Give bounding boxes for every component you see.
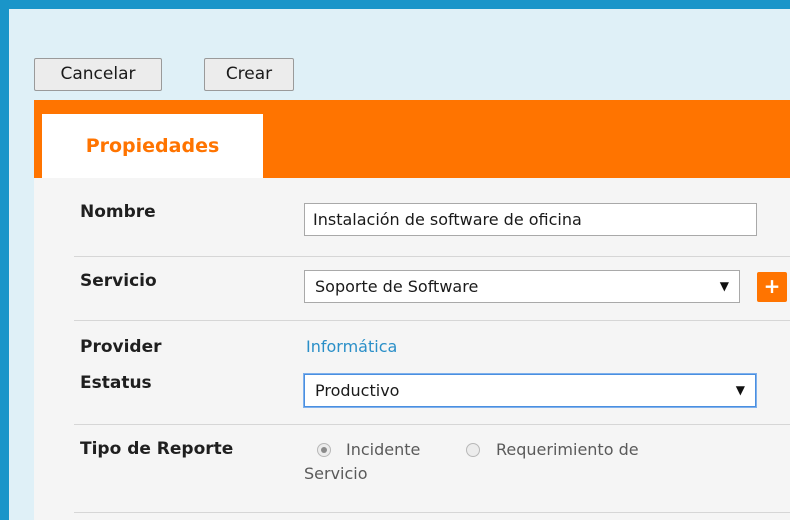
properties-panel: Propiedades Nombre Instalación de softwa… bbox=[34, 100, 790, 520]
estatus-row: Estatus Productivo ▼ bbox=[74, 368, 790, 414]
requerimiento-option-label[interactable]: Requerimiento de bbox=[496, 440, 639, 459]
tab-propiedades[interactable]: Propiedades bbox=[42, 114, 263, 178]
form-content: Nombre Instalación de software de oficin… bbox=[34, 178, 790, 520]
create-button[interactable]: Crear bbox=[204, 58, 294, 91]
nombre-row: Nombre Instalación de software de oficin… bbox=[74, 192, 790, 242]
window-frame-top bbox=[0, 0, 790, 9]
incidente-option-label[interactable]: Incidente bbox=[346, 440, 420, 459]
window-frame-left bbox=[0, 0, 9, 520]
servicio-label: Servicio bbox=[80, 271, 157, 291]
nombre-label: Nombre bbox=[80, 202, 156, 222]
estatus-label: Estatus bbox=[80, 373, 152, 393]
servicio-select[interactable]: Soporte de Software ▼ bbox=[304, 270, 740, 303]
requerimiento-radio[interactable] bbox=[466, 443, 480, 457]
add-service-button[interactable]: + bbox=[757, 272, 787, 302]
servicio-row: Servicio Soporte de Software ▼ + bbox=[74, 256, 790, 320]
radio-selected-dot bbox=[321, 447, 327, 453]
row-divider bbox=[74, 512, 790, 513]
estatus-select[interactable]: Productivo ▼ bbox=[304, 374, 756, 407]
estatus-select-value: Productivo bbox=[315, 381, 400, 400]
tipo-reporte-label: Tipo de Reporte bbox=[80, 439, 234, 459]
chevron-down-icon: ▼ bbox=[735, 383, 745, 397]
tab-bar: Propiedades bbox=[34, 100, 790, 178]
provider-label: Provider bbox=[80, 337, 162, 357]
provider-row: Provider Informática bbox=[74, 320, 790, 368]
incidente-radio[interactable] bbox=[317, 443, 331, 457]
provider-link[interactable]: Informática bbox=[306, 337, 397, 356]
tipo-reporte-row: Tipo de Reporte Incidente Requerimiento … bbox=[74, 424, 790, 520]
cancel-button[interactable]: Cancelar bbox=[34, 58, 162, 91]
nombre-field[interactable]: Instalación de software de oficina bbox=[304, 203, 757, 236]
requerimiento-option-label-wrap[interactable]: Servicio bbox=[304, 464, 368, 483]
chevron-down-icon: ▼ bbox=[719, 279, 729, 293]
servicio-select-value: Soporte de Software bbox=[315, 277, 479, 296]
